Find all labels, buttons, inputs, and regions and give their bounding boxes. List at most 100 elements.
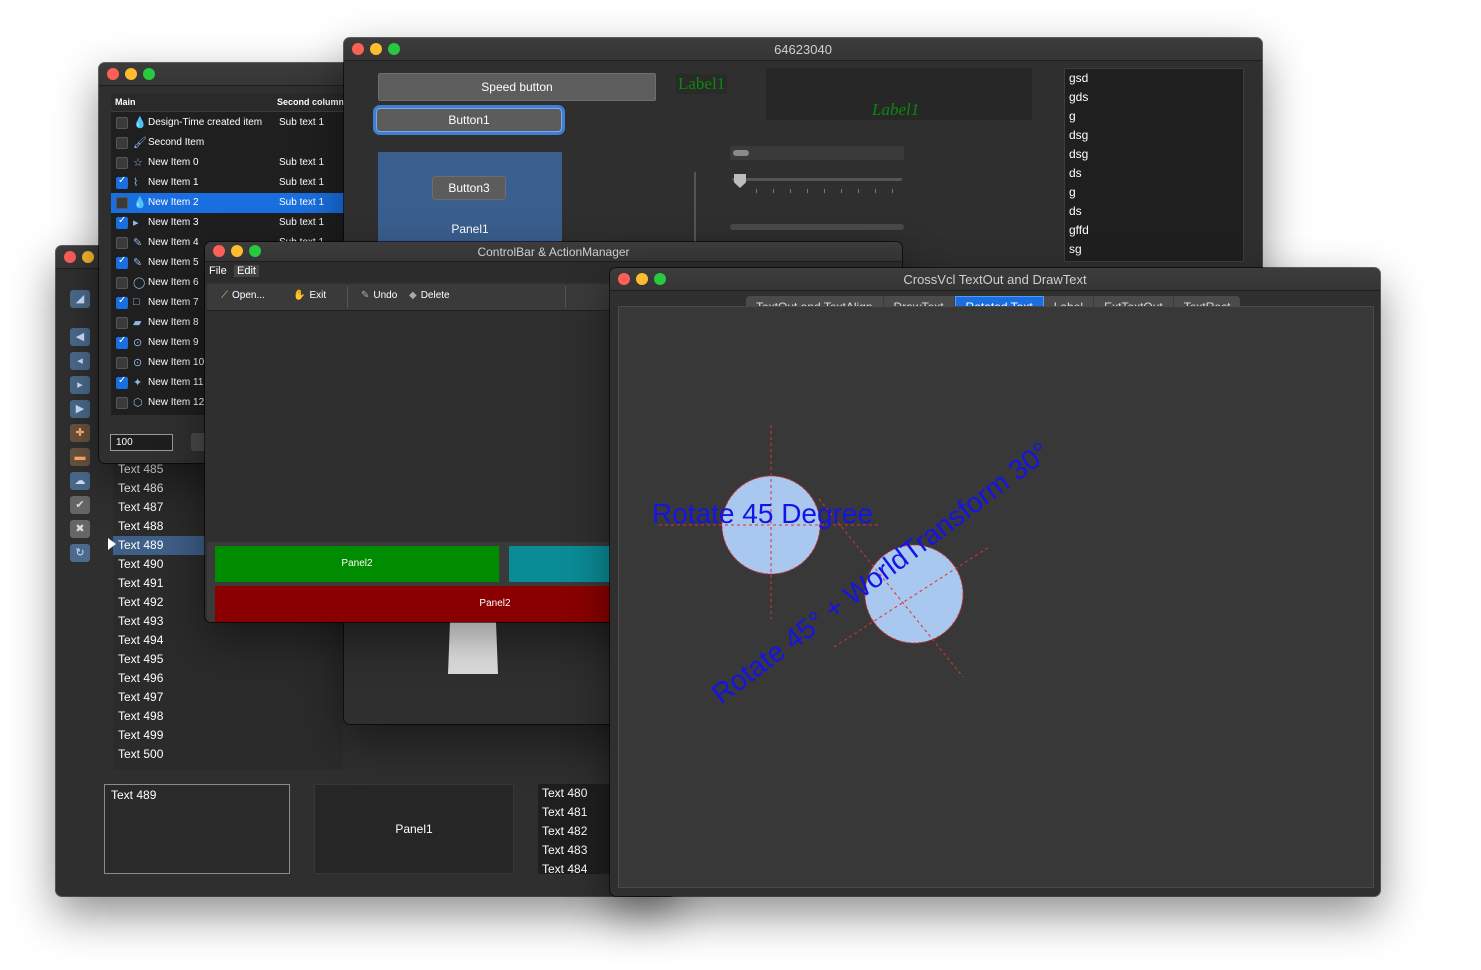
open-action[interactable]: ⟋ Open... xyxy=(221,290,265,301)
tree-row-checkbox[interactable] xyxy=(116,397,128,409)
trackbar-thumb[interactable] xyxy=(734,174,746,188)
listbox-row[interactable]: Text 497 xyxy=(113,688,338,707)
tree-row[interactable]: ⌇ New Item 1 Sub text 1 xyxy=(111,173,349,193)
progress-bar xyxy=(730,146,904,160)
shape-icon: ⬡ xyxy=(133,397,143,409)
arrow-left-icon[interactable]: ◀ xyxy=(70,328,90,346)
tree-row[interactable]: ▸ New Item 3 Sub text 1 xyxy=(111,213,349,233)
tree-row-checkbox[interactable] xyxy=(116,117,128,129)
check-icon[interactable]: ✔ xyxy=(70,496,90,514)
col-second-header[interactable]: Second column xyxy=(277,97,344,107)
tree-row-name: New Item 6 xyxy=(148,277,199,288)
tree-row-name: Second Item xyxy=(148,137,205,148)
tree-row-checkbox[interactable] xyxy=(116,215,128,229)
tree-row-subtext: Sub text 1 xyxy=(279,157,325,168)
string-list-item[interactable]: gds xyxy=(1065,88,1243,107)
close-button[interactable] xyxy=(64,251,76,263)
arrow-left-small-icon[interactable]: ◂ xyxy=(70,352,90,370)
tree-row-checkbox[interactable] xyxy=(116,175,128,189)
toolbar-icon-1[interactable]: ◢ xyxy=(70,290,90,308)
string-list-item[interactable]: sg xyxy=(1065,240,1243,259)
tree-row[interactable]: 🖌 Second Item xyxy=(111,133,349,153)
arrow-right-icon[interactable]: ▶ xyxy=(70,400,90,418)
string-list-item[interactable]: gsd xyxy=(1065,69,1243,88)
close-button[interactable] xyxy=(107,68,119,80)
small-list-row[interactable]: Text 484 xyxy=(538,860,618,874)
minimize-button[interactable] xyxy=(125,68,137,80)
listbox-row[interactable]: Text 500 xyxy=(113,745,338,764)
button1[interactable]: Button1 xyxy=(376,108,562,132)
window-title: CrossVcl TextOut and DrawText xyxy=(903,272,1087,287)
plus-icon[interactable]: ✚ xyxy=(70,424,90,442)
small-list-row[interactable]: Text 481 xyxy=(538,803,618,822)
tree-row-checkbox[interactable] xyxy=(116,277,128,289)
label1-green: Label1 xyxy=(676,74,728,94)
scrollbar-horizontal[interactable] xyxy=(730,224,904,230)
small-list-row[interactable]: Text 482 xyxy=(538,822,618,841)
tree-row-checkbox[interactable] xyxy=(116,317,128,329)
listbox-row[interactable]: Text 495 xyxy=(113,650,338,669)
drop-icon: 💧 xyxy=(133,197,147,209)
string-listbox[interactable]: gsd gds g dsg dsg ds g ds gffd sg xyxy=(1064,68,1244,262)
tree-row-checkbox[interactable] xyxy=(116,157,128,169)
small-listbox[interactable]: Text 480 Text 481 Text 482 Text 483 Text 484 xyxy=(538,784,618,874)
minimize-button[interactable] xyxy=(82,251,94,263)
listbox-row[interactable]: Text 499 xyxy=(113,726,338,745)
arrow-right-small-icon[interactable]: ▸ xyxy=(70,376,90,394)
pen-icon: ✎ xyxy=(133,237,143,249)
tree-row-name: New Item 0 xyxy=(148,157,199,168)
refresh-icon[interactable]: ↻ xyxy=(70,544,90,562)
tree-row-checkbox[interactable] xyxy=(116,197,128,209)
tree-row-checkbox[interactable] xyxy=(116,335,128,349)
number-edit[interactable]: 100 xyxy=(110,434,173,451)
label1-italic: Label1 xyxy=(872,100,920,119)
delete-action[interactable]: ◆ Delete xyxy=(409,290,450,301)
tree-row-name: New Item 4 xyxy=(148,237,199,248)
string-list-item[interactable]: dsg xyxy=(1065,126,1243,145)
window-titlebar: CrossVcl TextOut and DrawText xyxy=(610,268,1380,291)
string-list-item[interactable]: dsg xyxy=(1065,145,1243,164)
menu-file[interactable]: File xyxy=(209,265,227,277)
minus-icon[interactable]: ▬ xyxy=(70,448,90,466)
listbox-row[interactable]: Text 494 xyxy=(113,631,338,650)
progress-fill xyxy=(733,150,749,156)
button3[interactable]: Button3 xyxy=(432,176,506,200)
undo-action[interactable]: ✎ Undo xyxy=(361,290,397,301)
small-list-row[interactable]: Text 483 xyxy=(538,841,618,860)
speed-button[interactable]: Speed button xyxy=(378,73,656,101)
string-list-item[interactable]: ds xyxy=(1065,202,1243,221)
tree-row-checkbox[interactable] xyxy=(116,357,128,369)
listbox-row[interactable]: Text 496 xyxy=(113,669,338,688)
small-list-row[interactable]: Text 480 xyxy=(538,784,618,803)
tree-row[interactable]: 💧 Design-Time created item Sub text 1 xyxy=(111,113,349,133)
col-main-header[interactable]: Main xyxy=(115,97,136,107)
memo-text: Text 489 xyxy=(111,788,157,802)
string-list-item[interactable]: g xyxy=(1065,183,1243,202)
string-list-item[interactable]: g xyxy=(1065,107,1243,126)
cancel-icon[interactable]: ✖ xyxy=(70,520,90,538)
white-shape xyxy=(448,622,498,674)
string-list-item[interactable]: ds xyxy=(1065,164,1243,183)
path-icon: ⌇ xyxy=(133,177,139,189)
tree-row-checkbox[interactable] xyxy=(116,237,128,249)
tree-row-checkbox[interactable] xyxy=(116,255,128,269)
memo-box[interactable]: Text 489 xyxy=(104,784,290,874)
zoom-button[interactable] xyxy=(143,68,155,80)
window-crossvcl: CrossVcl TextOut and DrawText TextOut an… xyxy=(610,268,1380,896)
tree-row[interactable]: ☆ New Item 0 Sub text 1 xyxy=(111,153,349,173)
tree-row-checkbox[interactable] xyxy=(116,375,128,389)
circle-icon: ◯ xyxy=(133,277,146,289)
window-titlebar: ControlBar & ActionManager xyxy=(205,242,902,262)
tree-header: Main Second column xyxy=(111,93,349,112)
exit-action[interactable]: ✋ Exit xyxy=(293,290,326,301)
cloud-up-icon[interactable]: ☁ xyxy=(70,472,90,490)
tree-row-checkbox[interactable] xyxy=(116,137,128,149)
string-list-item[interactable]: gffd xyxy=(1065,221,1243,240)
horizontal-trackbar[interactable] xyxy=(732,174,902,202)
vertical-trackbar[interactable] xyxy=(694,172,696,244)
menu-edit[interactable]: Edit xyxy=(234,265,259,277)
tree-row[interactable]: 💧 New Item 2 Sub text 1 xyxy=(111,193,349,213)
listbox-row[interactable]: Text 498 xyxy=(113,707,338,726)
tree-row-checkbox[interactable] xyxy=(116,295,128,309)
tree-row-subtext: Sub text 1 xyxy=(279,177,325,188)
